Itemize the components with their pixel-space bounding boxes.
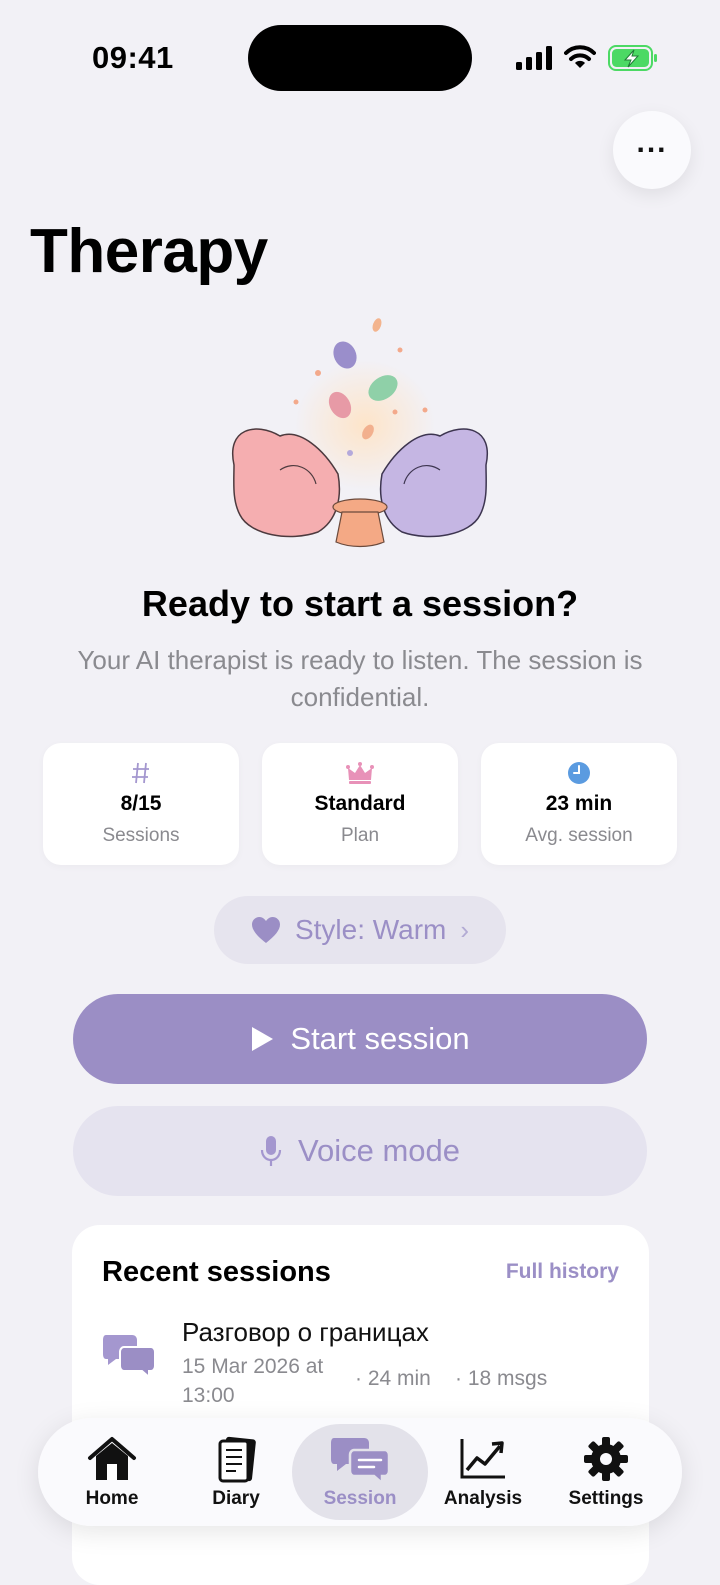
stat-card-plan: Standard Plan [262,743,458,865]
session-heading: Ready to start a session? [141,583,579,624]
stat-label: Avg. session [525,825,633,846]
recent-sessions-card: Recent sessions Full history Разговор о … [72,1225,649,1585]
stat-label: Plan [340,825,380,846]
session-duration: · 24 min [355,1367,431,1390]
therapy-style-selector[interactable]: Style: Warm › [214,896,506,964]
tab-label: Diary [212,1488,260,1509]
page-title: Therapy [30,217,268,286]
start-session-button[interactable]: Start session [73,994,647,1084]
status-time: 09:41 [92,40,174,75]
full-history-link[interactable]: Full history [506,1260,619,1284]
tab-label: Analysis [443,1488,523,1509]
session-title: Разговор о границах [182,1317,429,1347]
crown-icon [262,759,458,787]
dynamic-island [248,25,472,91]
hash-icon [43,759,239,787]
tab-session[interactable]: Session [300,1418,420,1526]
tab-diary[interactable]: Diary [176,1418,296,1526]
stat-card-sessions: 8/15 Sessions [43,743,239,865]
style-label: Style: Warm [294,914,447,945]
gear-icon [546,1436,666,1484]
tab-home[interactable]: Home [52,1418,172,1526]
session-message-count: · 18 msgs [455,1367,548,1390]
ellipsis-icon: ... [636,126,668,159]
tab-label: Home [85,1488,139,1509]
cellular-signal-icon [516,46,552,70]
tab-label: Settings [568,1488,644,1509]
clock-icon [481,759,677,787]
chat-bubbles-icon [103,1335,156,1379]
therapy-chairs-illustration [231,318,489,548]
heart-icon [251,917,280,943]
microphone-icon [260,1136,282,1166]
stat-value: Standard [314,792,406,815]
voice-mode-button[interactable]: Voice mode [73,1106,647,1196]
voice-mode-label: Voice mode [298,1133,460,1168]
wifi-icon [564,45,596,68]
session-date: 15 Mar 2026 at 13:00 [182,1355,324,1407]
start-session-label: Start session [290,1021,470,1056]
more-options-button[interactable]: ... [613,111,691,189]
home-icon [52,1436,172,1484]
tab-bar: Home Diary Session Analysis Settings [38,1418,682,1526]
recent-sessions-title: Recent sessions [102,1256,331,1288]
stat-card-avg-session: 23 min Avg. session [481,743,677,865]
chat-bubbles-icon [300,1436,420,1484]
stat-label: Sessions [102,825,180,846]
battery-charging-icon [608,45,657,71]
chart-line-icon [423,1436,543,1484]
play-icon [252,1027,274,1051]
notebook-icon [176,1436,296,1484]
stat-value: 23 min [545,792,613,815]
chevron-right-icon: › [460,914,470,945]
tab-settings[interactable]: Settings [546,1418,666,1526]
tab-label: Session [323,1488,397,1509]
tab-analysis[interactable]: Analysis [423,1418,543,1526]
session-subtext: Your AI therapist is ready to listen. Th… [77,645,643,712]
stat-value: 8/15 [120,792,162,815]
